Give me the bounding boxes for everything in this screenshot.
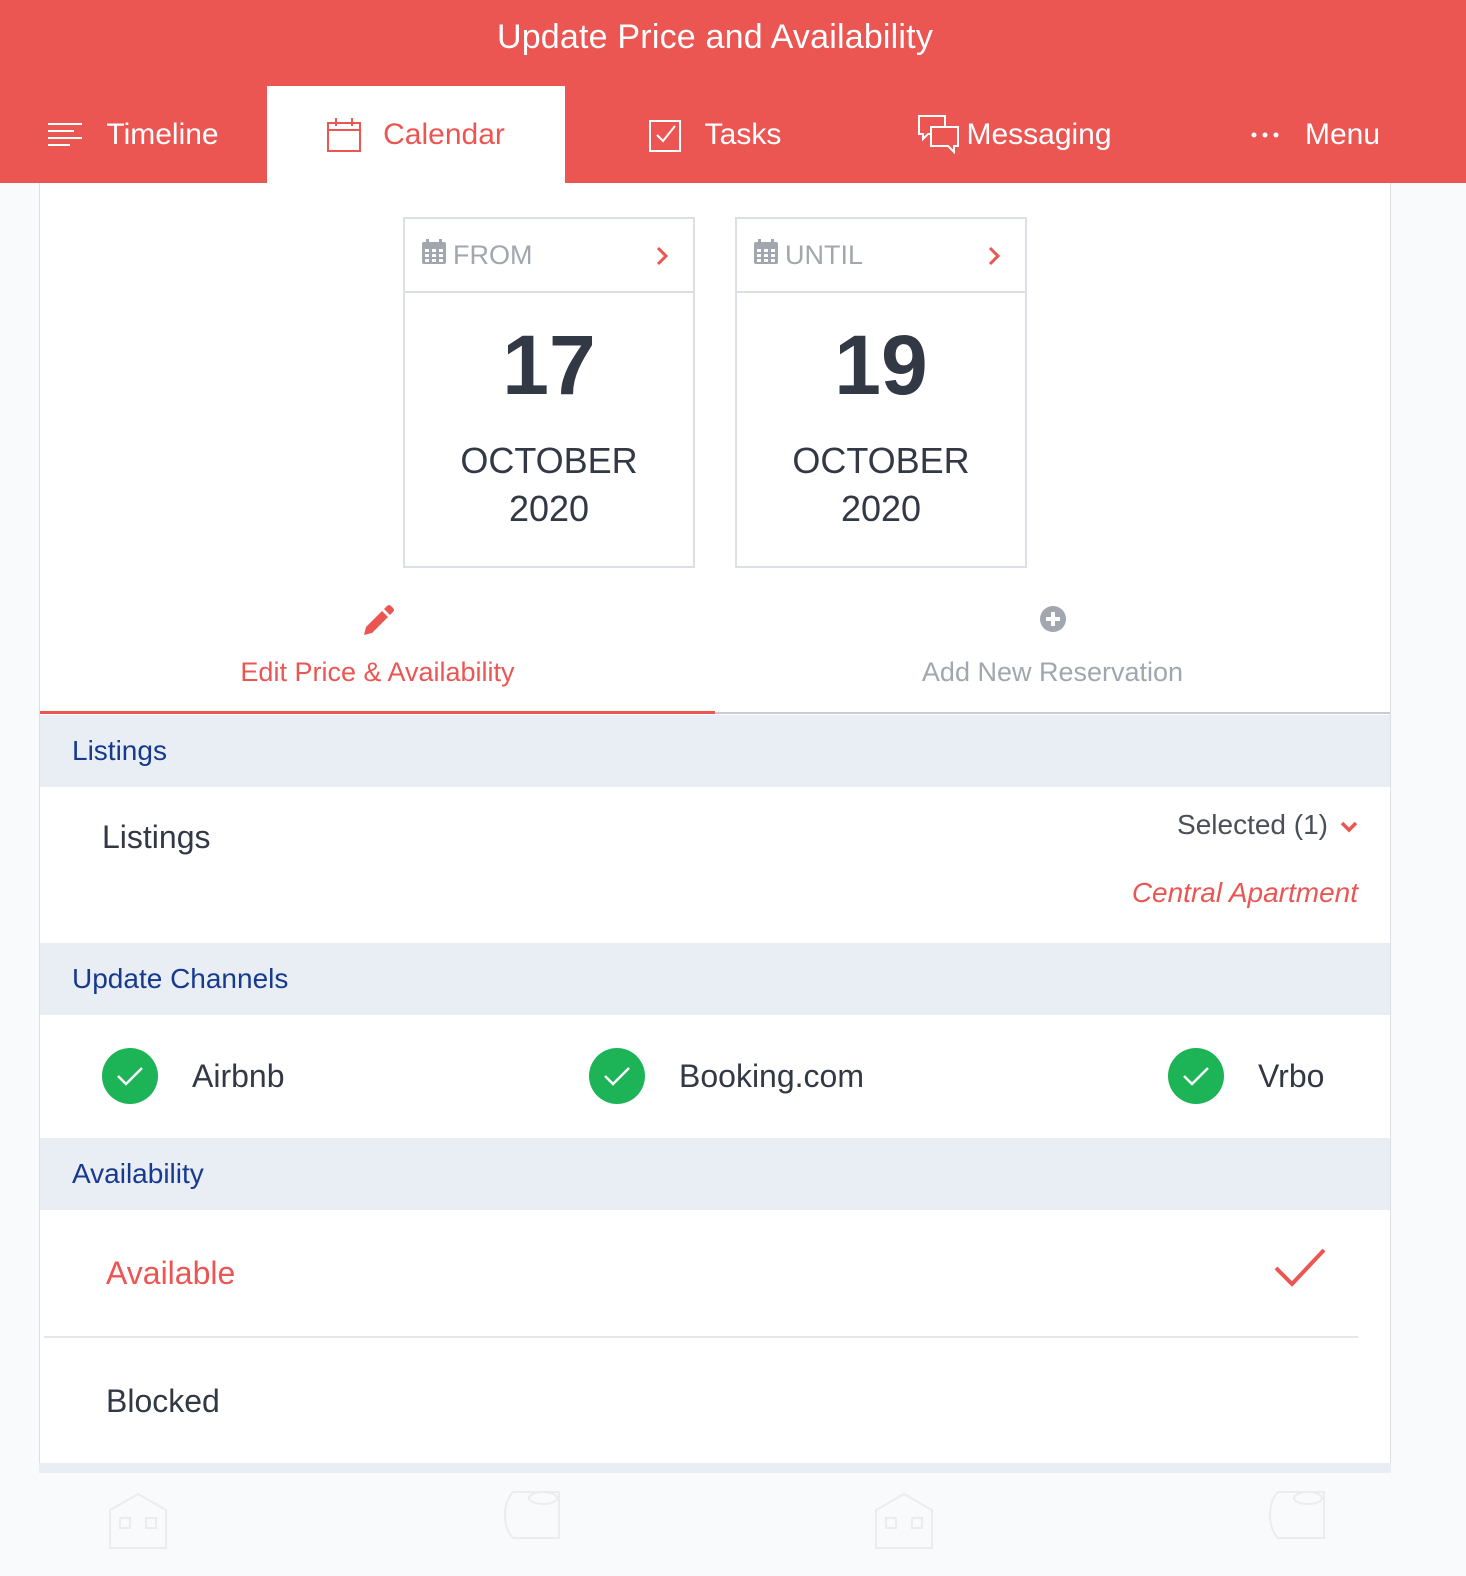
checkmark-icon <box>1272 1246 1328 1298</box>
availability-panel: Available Blocked <box>42 1210 1388 1463</box>
from-date-header[interactable]: FROM <box>405 219 693 293</box>
plus-circle-icon <box>1039 601 1067 637</box>
tab-tasks-label: Tasks <box>704 117 782 151</box>
toilet-paper-icon <box>1268 1490 1328 1545</box>
chevron-right-icon <box>987 243 1001 274</box>
tab-messaging-label: Messaging <box>966 117 1112 151</box>
tab-menu-label: Menu <box>1304 117 1381 151</box>
pencil-icon <box>362 601 394 637</box>
channel-vrbo[interactable]: Vrbo <box>1168 1048 1324 1104</box>
until-label: UNTIL <box>785 239 864 270</box>
from-date-card[interactable]: FROM 17 OCTOBER 2020 <box>403 217 695 568</box>
until-month: OCTOBER <box>792 440 970 481</box>
tab-timeline[interactable]: Timeline <box>0 86 267 183</box>
calendar-small-icon <box>753 238 779 272</box>
tab-messaging[interactable]: Messaging <box>865 86 1165 183</box>
card-bottom-edge <box>39 1463 1391 1473</box>
availability-option-label: Blocked <box>106 1382 220 1419</box>
tab-timeline-label: Timeline <box>106 117 219 151</box>
until-date-card[interactable]: UNTIL 19 OCTOBER 2020 <box>735 217 1027 568</box>
listings-panel: Listings Selected (1) Central Apartment <box>42 787 1388 943</box>
selected-count: Selected (1) <box>1177 809 1328 840</box>
update-channels-section-heading: Update Channels <box>40 943 1390 1015</box>
channel-airbnb[interactable]: Airbnb <box>102 1048 285 1104</box>
calendar-small-icon <box>421 238 447 272</box>
check-circle-icon <box>589 1048 645 1104</box>
availability-section-heading: Availability <box>40 1138 1390 1210</box>
availability-option-available[interactable]: Available <box>42 1210 1388 1336</box>
until-date-header[interactable]: UNTIL <box>737 219 1025 293</box>
listings-row-label: Listings <box>102 819 211 855</box>
timeline-icon <box>48 121 84 149</box>
channel-vrbo-label: Vrbo <box>1258 1057 1325 1094</box>
messaging-icon <box>918 114 960 155</box>
top-bar: Update Price and Availability Timeline C… <box>0 0 1466 183</box>
tasks-icon <box>648 118 683 152</box>
check-circle-icon <box>102 1048 158 1104</box>
availability-option-blocked[interactable]: Blocked <box>42 1338 1388 1464</box>
until-day: 19 <box>834 318 928 412</box>
channel-booking[interactable]: Booking.com <box>589 1048 864 1104</box>
listings-selector[interactable]: Selected (1) <box>1177 809 1358 841</box>
house-icon <box>874 1490 934 1555</box>
until-year: 2020 <box>840 488 922 529</box>
edit-price-availability-label: Edit Price & Availability <box>240 657 515 687</box>
tab-calendar-label: Calendar <box>383 117 505 151</box>
tab-menu[interactable]: Menu <box>1165 86 1466 183</box>
add-new-reservation-label: Add New Reservation <box>921 657 1184 687</box>
channel-booking-label: Booking.com <box>679 1057 864 1094</box>
page-title: Update Price and Availability <box>496 18 934 56</box>
from-day: 17 <box>502 318 596 412</box>
selected-listing-name[interactable]: Central Apartment <box>1132 877 1358 909</box>
main-card: FROM 17 OCTOBER 2020 UNTIL 19 OCTOBER 20… <box>39 183 1391 1473</box>
check-circle-icon <box>1168 1048 1224 1104</box>
more-dots-icon <box>1251 131 1279 139</box>
from-month: OCTOBER <box>460 440 638 481</box>
edit-price-availability-tab[interactable]: Edit Price & Availability <box>40 601 715 714</box>
house-icon <box>108 1490 168 1555</box>
channels-panel: Airbnb Booking.com Vrbo <box>42 1015 1388 1138</box>
chevron-right-icon <box>655 243 669 274</box>
tab-tasks[interactable]: Tasks <box>565 86 865 183</box>
chevron-down-icon <box>1340 809 1358 841</box>
from-year: 2020 <box>508 488 590 529</box>
toilet-paper-icon <box>503 1490 563 1545</box>
tab-calendar[interactable]: Calendar <box>267 86 565 183</box>
channel-airbnb-label: Airbnb <box>192 1057 285 1094</box>
add-new-reservation-tab[interactable]: Add New Reservation <box>715 601 1390 714</box>
calendar-icon <box>327 117 362 152</box>
listings-section-heading: Listings <box>40 715 1390 787</box>
availability-option-label: Available <box>106 1254 236 1291</box>
from-label: FROM <box>453 239 533 270</box>
